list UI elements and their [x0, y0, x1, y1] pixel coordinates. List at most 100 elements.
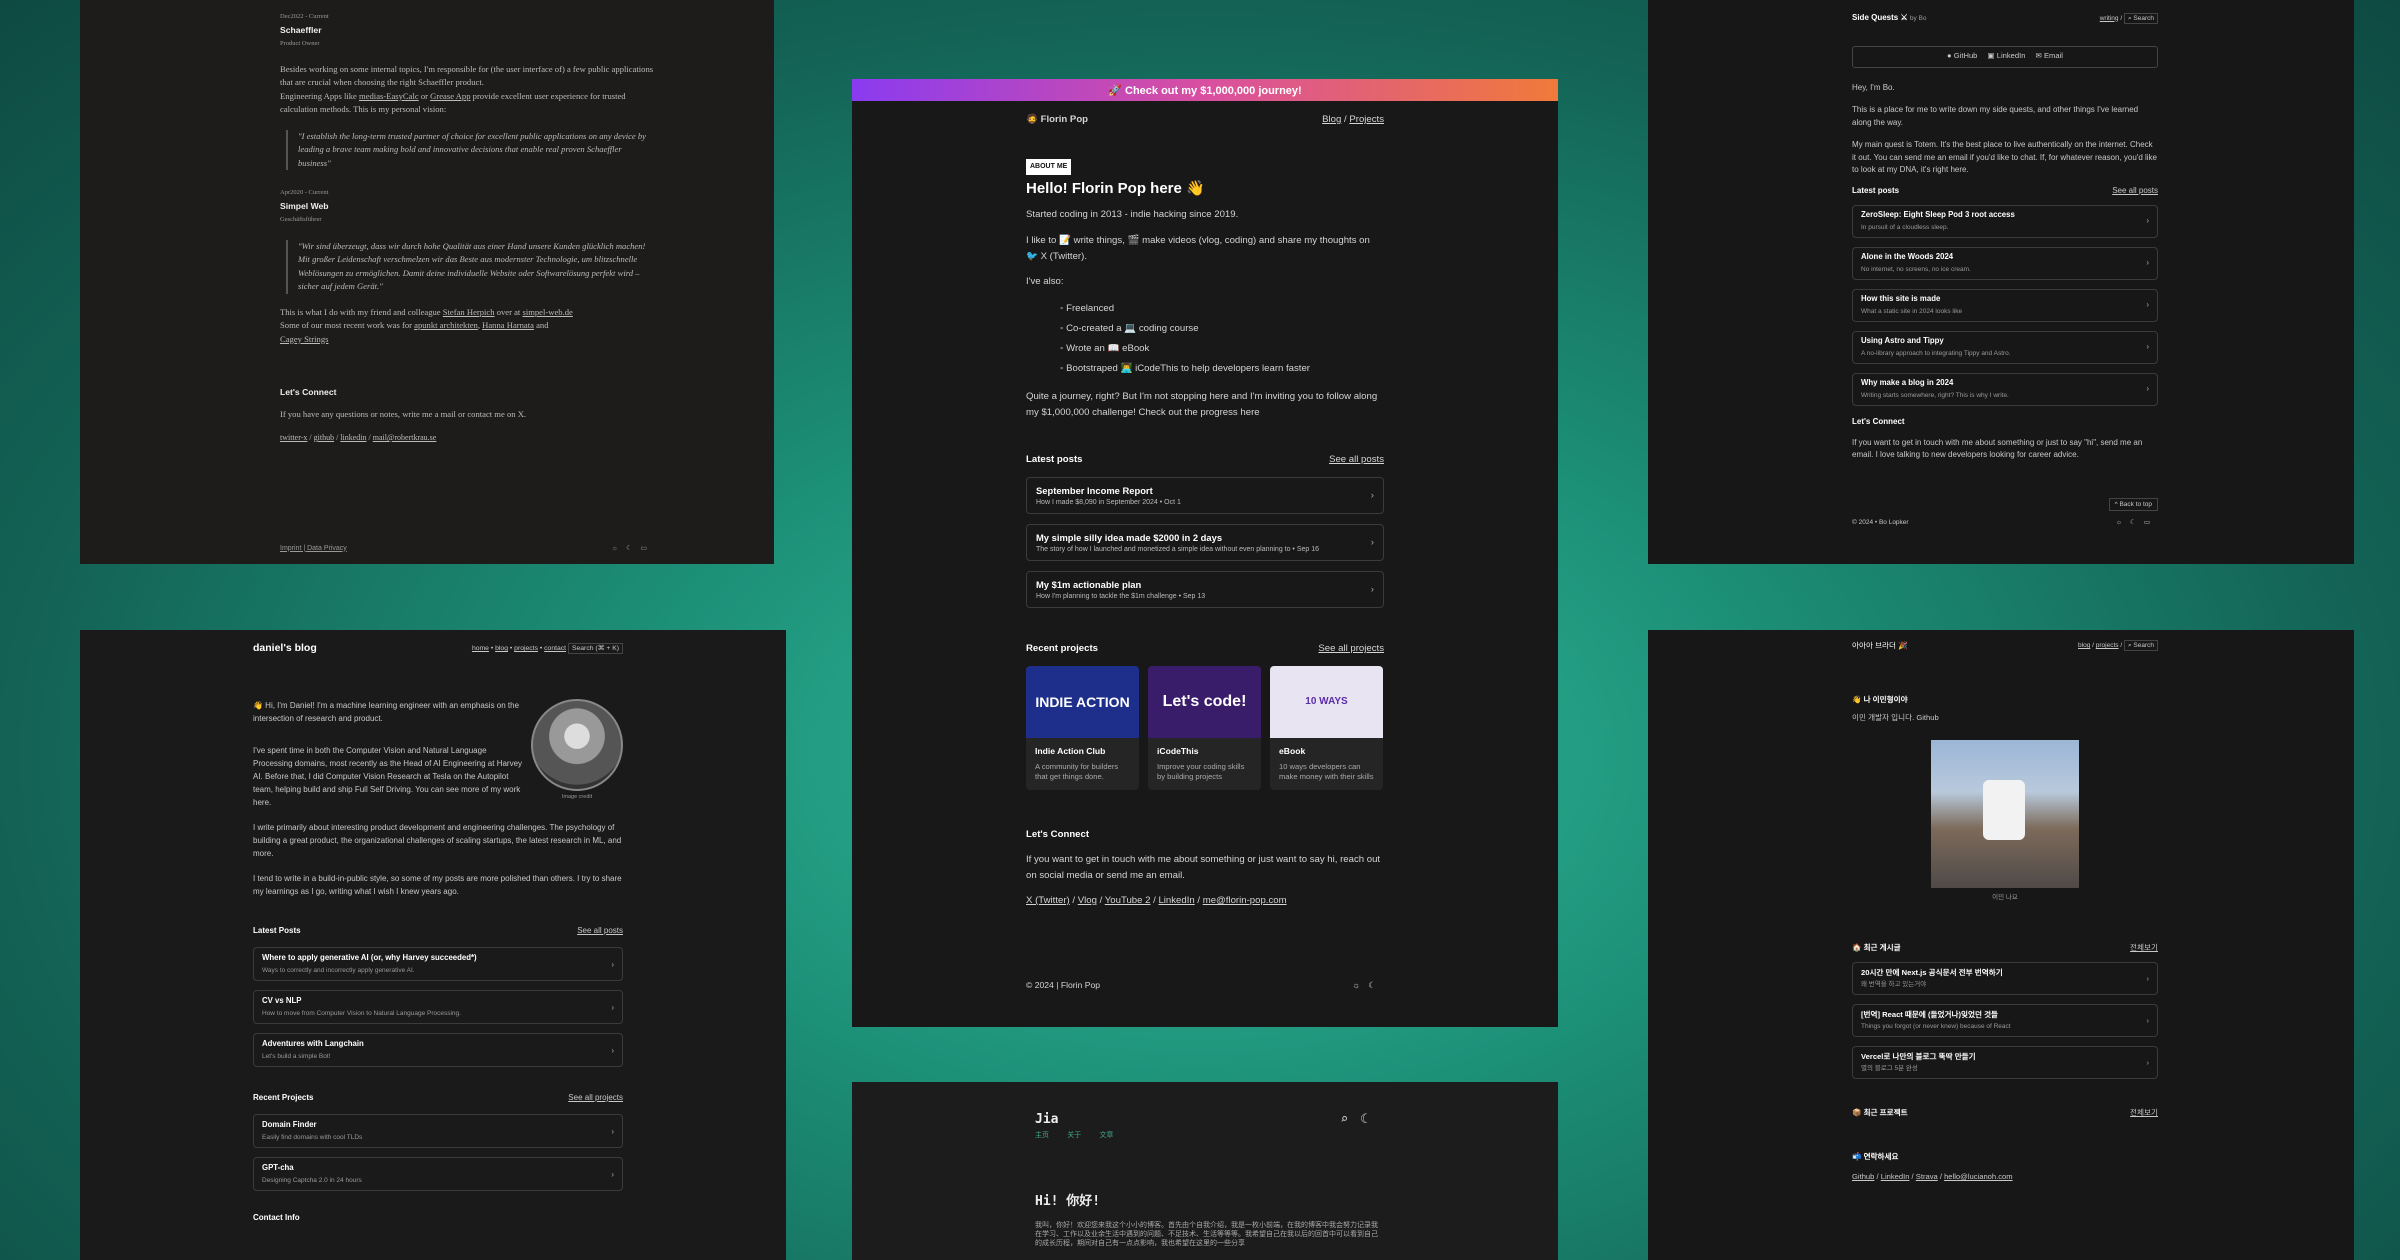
post-card[interactable]: My simple silly idea made $2000 in 2 day…	[1026, 524, 1384, 561]
github-button[interactable]: ● GitHub	[1947, 50, 1977, 63]
chevron-right-icon: ›	[611, 959, 614, 969]
moon-icon[interactable]: ☾	[2130, 519, 2144, 526]
post-card[interactable]: Where to apply generative AI (or, why Ha…	[253, 947, 623, 981]
medias-link[interactable]: medias-EasyCalc	[359, 91, 419, 101]
twitter-link[interactable]: X (Twitter)	[1026, 895, 1070, 906]
site-title[interactable]: Side Quests ⚔	[1852, 13, 1908, 22]
linkedin-link[interactable]: LinkedIn	[1881, 1172, 1910, 1181]
social-links: Github / LinkedIn / Strava / hello@lucia…	[1852, 1172, 2013, 1181]
project-card[interactable]: INDIE ACTION Indie Action Club A community…	[1026, 666, 1139, 790]
linkedin-link[interactable]: linkedin	[340, 433, 366, 442]
nav-home[interactable]: home	[472, 645, 489, 652]
vlog-link[interactable]: Vlog	[1078, 895, 1097, 906]
nav-blog[interactable]: blog	[2078, 642, 2090, 649]
nav-contact[interactable]: contact	[544, 645, 566, 652]
list-item: ◦ Bootstraped 👨‍💻 iCodeThis to help deve…	[1060, 363, 1311, 374]
project-card[interactable]: Domain Finder Easily find domains with co…	[253, 1114, 623, 1148]
github-link[interactable]: Github	[1852, 1172, 1874, 1181]
project-card[interactable]: GPT-cha Designing Captcha 2.0 in 24 hours…	[253, 1157, 623, 1191]
connect-heading: Let's Connect	[1852, 417, 1905, 426]
post-card[interactable]: September Income Report How I made $8,090…	[1026, 477, 1384, 514]
sun-icon[interactable]: ☼	[612, 545, 626, 552]
see-all-projects-link[interactable]: See all projects	[1318, 642, 1384, 656]
see-all-posts-link[interactable]: See all posts	[1329, 453, 1384, 467]
site-logo[interactable]: 🧔 Florin Pop	[1026, 113, 1088, 127]
project-card[interactable]: 10 WAYS eBook 10 ways developers can make …	[1270, 666, 1383, 790]
youtube-link[interactable]: YouTube 2	[1105, 895, 1151, 906]
post-card[interactable]: Alone in the Woods 2024 No internet, no s…	[1852, 247, 2158, 280]
journey-banner[interactable]: 🚀 Check out my $1,000,000 journey!	[852, 79, 1558, 101]
apunkt-link[interactable]: apunkt architekten	[414, 320, 478, 330]
nav-home[interactable]: 主页	[1035, 1131, 1049, 1139]
cagey-link[interactable]: Cagey Strings	[280, 334, 328, 344]
post-card[interactable]: My $1m actionable plan How I'm planning t…	[1026, 571, 1384, 608]
mail-link[interactable]: mail@robertkrau.se	[373, 433, 437, 442]
nav-projects[interactable]: projects	[514, 645, 538, 652]
back-to-top-button[interactable]: ^ Back to top	[2108, 497, 2158, 511]
footer-links[interactable]: Imprint | Data Privacy	[280, 545, 347, 552]
search-button[interactable]: ⌕ Search	[2123, 640, 2158, 651]
site-title[interactable]: Jia	[1035, 1112, 1058, 1127]
nav-projects[interactable]: Projects	[1349, 114, 1384, 125]
email-link[interactable]: hello@lucianoh.com	[1944, 1172, 2013, 1181]
post-card[interactable]: [번역] React 때문에 (들었거나)잊었던 것들 Things you fo…	[1852, 1004, 2158, 1037]
connect-heading: Let's Connect	[280, 387, 337, 397]
moon-icon[interactable]: ☾	[1368, 980, 1384, 990]
moon-icon[interactable]: ☾	[1360, 1112, 1380, 1127]
sun-icon[interactable]: ☼	[2116, 519, 2130, 526]
simpel-link[interactable]: simpel-web.de	[522, 307, 572, 317]
chevron-right-icon: ›	[2146, 384, 2149, 394]
job-description: Besides working on some internal topics,…	[280, 63, 654, 88]
nav-about[interactable]: 关于	[1067, 1131, 1081, 1139]
chevron-right-icon: ›	[2146, 1015, 2149, 1025]
moon-icon[interactable]: ☾	[626, 545, 640, 552]
post-card[interactable]: ZeroSleep: Eight Sleep Pod 3 root access…	[1852, 205, 2158, 238]
stefan-link[interactable]: Stefan Herpich	[443, 307, 495, 317]
monitor-icon[interactable]: ▭	[2144, 519, 2158, 526]
twitter-link[interactable]: twitter-x	[280, 433, 307, 442]
monitor-icon[interactable]: ▭	[640, 545, 655, 552]
chevron-right-icon: ›	[2146, 342, 2149, 352]
see-all-projects-link[interactable]: 전체보기	[2130, 1107, 2158, 1119]
job-role: Product Owner	[280, 40, 320, 47]
post-card[interactable]: CV vs NLP How to move from Computer Visio…	[253, 990, 623, 1024]
chevron-right-icon: ›	[611, 1045, 614, 1055]
search-button[interactable]: ⌕ Search	[2123, 12, 2158, 24]
email-button[interactable]: ✉ Email	[2035, 50, 2063, 63]
project-card[interactable]: Let's code! iCodeThis Improve your coding …	[1148, 666, 1261, 790]
post-card[interactable]: 20시간 만에 Next.js 공식문서 전부 번역하기 왜 번역을 하고 있는거…	[1852, 962, 2158, 995]
latest-posts-heading: 🏠 최근 게시글	[1852, 943, 1901, 952]
see-all-projects-link[interactable]: See all projects	[568, 1091, 623, 1104]
site-title[interactable]: daniel's blog	[253, 642, 317, 655]
github-link[interactable]: github	[314, 433, 334, 442]
linkedin-link[interactable]: LinkedIn	[1158, 895, 1194, 906]
nav-blog[interactable]: Blog	[1322, 114, 1341, 125]
linkedin-button[interactable]: ▣ LinkedIn	[1987, 50, 2025, 63]
vision-quote: "I establish the long-term trusted partn…	[286, 129, 655, 170]
nav-projects[interactable]: projects	[2096, 642, 2119, 649]
see-all-posts-link[interactable]: See all posts	[577, 924, 623, 937]
grease-link[interactable]: Grease App	[430, 91, 470, 101]
post-card[interactable]: Why make a blog in 2024 Writing starts so…	[1852, 373, 2158, 406]
post-card[interactable]: Using Astro and Tippy A no-library approa…	[1852, 331, 2158, 364]
chevron-right-icon: ›	[611, 1169, 614, 1179]
list-item: ◦ Co-created a 💻 coding course	[1060, 323, 1199, 334]
see-all-posts-link[interactable]: 전체보기	[2130, 942, 2158, 954]
nav-posts[interactable]: 文章	[1099, 1131, 1113, 1139]
connect-text: If you want to get in touch with me abou…	[1026, 854, 1381, 881]
nav-writing[interactable]: writing	[2100, 15, 2119, 22]
sun-icon[interactable]: ☼	[1352, 980, 1368, 990]
hanna-link[interactable]: Hanna Harnata	[482, 320, 534, 330]
site-title[interactable]: 아아아 브라더 🎉	[1852, 640, 1908, 652]
post-card[interactable]: How this site is made What a static site …	[1852, 289, 2158, 322]
email-link[interactable]: me@florin-pop.com	[1203, 895, 1287, 906]
search-icon[interactable]: ⌕	[1340, 1112, 1360, 1127]
post-card[interactable]: Vercel로 나만의 블로그 뚝딱 만들기 별의 블로그 5분 완성 ›	[1852, 1046, 2158, 1079]
search-button[interactable]: Search (⌘ + K)	[567, 643, 623, 654]
nav-blog[interactable]: blog	[495, 645, 508, 652]
strava-link[interactable]: Strava	[1916, 1172, 1938, 1181]
posts-list: September Income Report How I made $8,090…	[1026, 477, 1384, 608]
see-all-posts-link[interactable]: See all posts	[2112, 185, 2158, 198]
posts-list: Where to apply generative AI (or, why Ha…	[253, 947, 623, 1067]
post-card[interactable]: Adventures with Langchain Let's build a s…	[253, 1033, 623, 1067]
